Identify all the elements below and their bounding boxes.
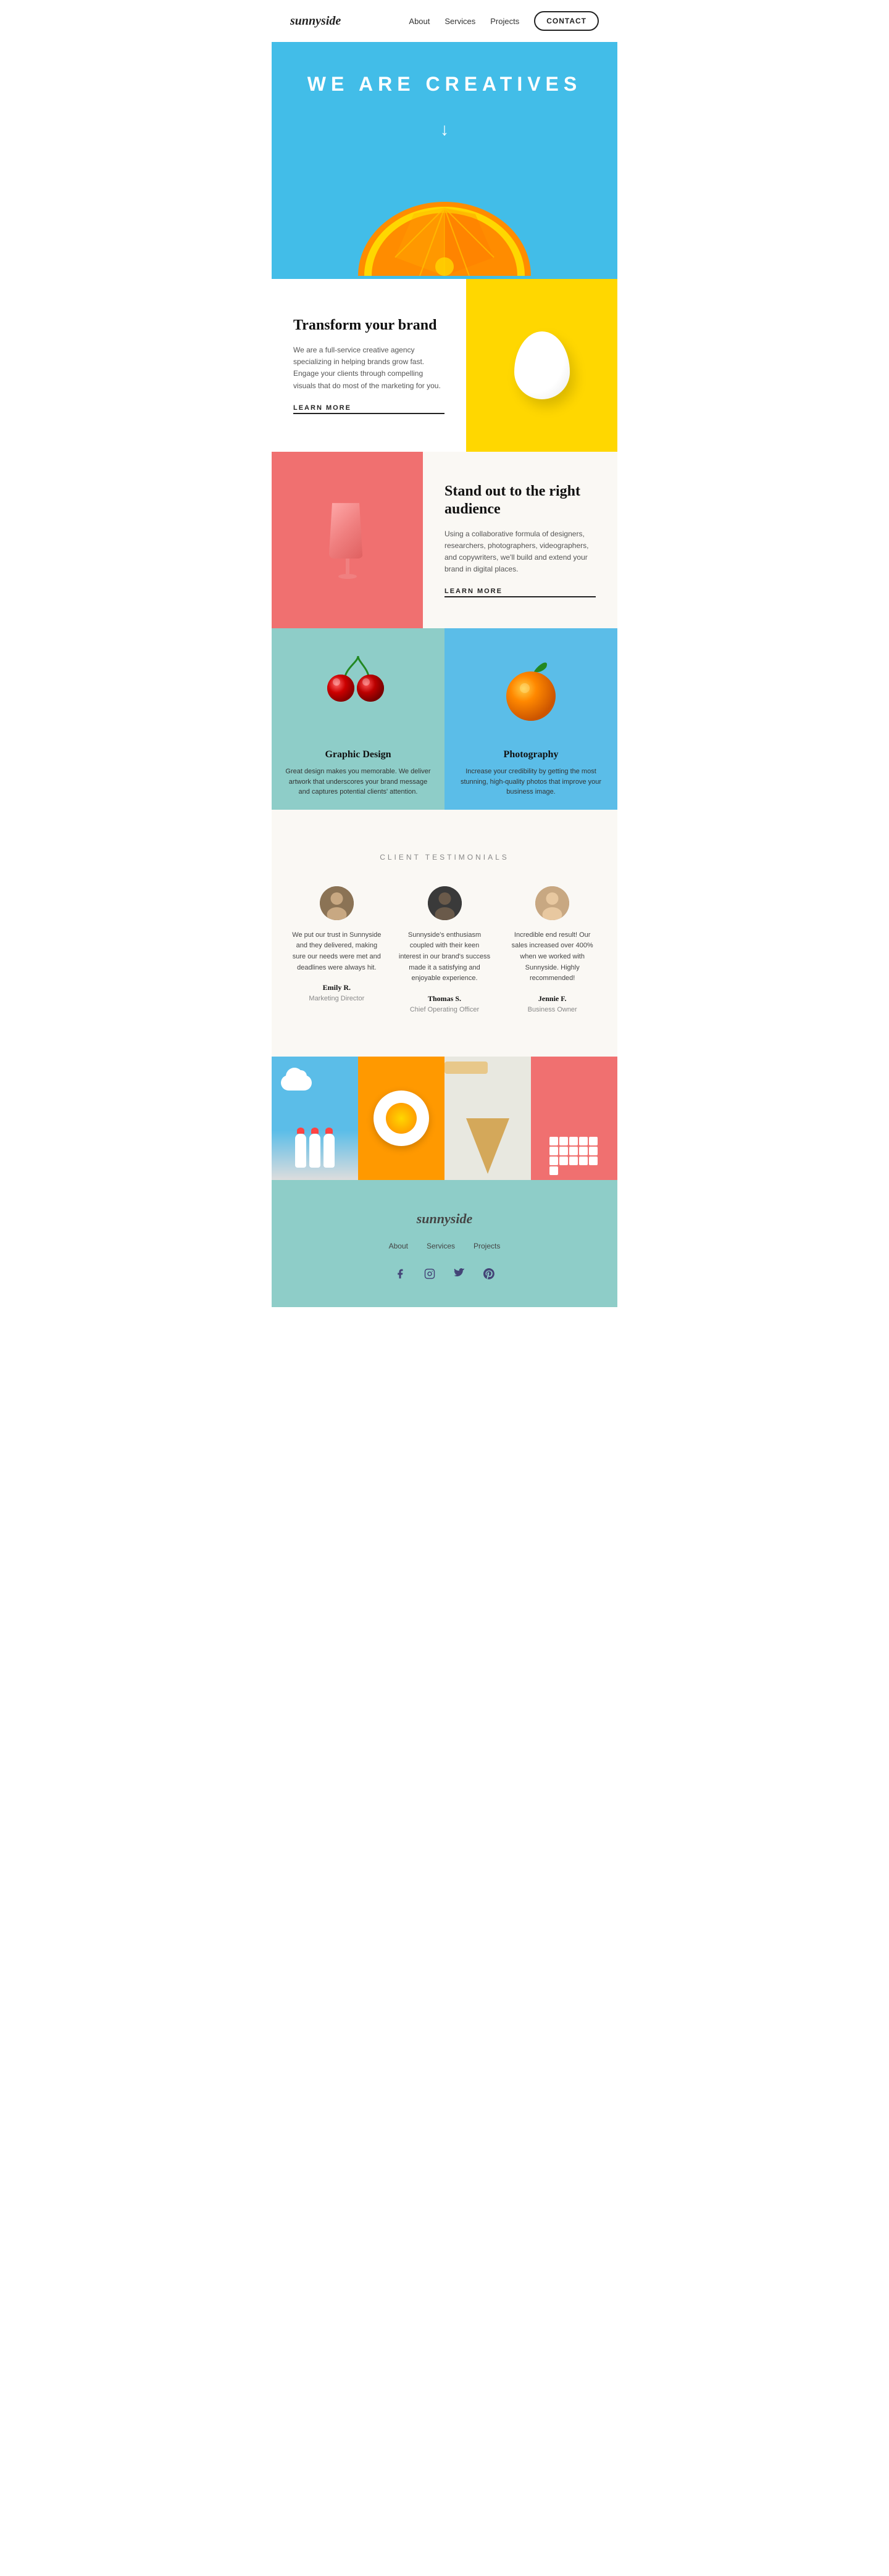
cup-shape (329, 503, 366, 577)
plate (374, 1091, 429, 1146)
footer-logo: sunnyside (290, 1211, 599, 1227)
orange-fruit-image (457, 641, 605, 739)
twitter-icon[interactable] (451, 1265, 468, 1282)
footer-nav: About Services Projects (290, 1242, 599, 1250)
pink-cup-panel (272, 452, 423, 628)
contact-button[interactable]: CONTACT (534, 11, 599, 31)
gallery-strip (272, 1057, 617, 1180)
testimonial-1-quote: We put our trust in Sunnyside and they d… (290, 930, 383, 973)
transform-cta[interactable]: LEARN MORE (293, 404, 444, 414)
bottle-1 (295, 1134, 306, 1168)
service-2-title: Photography (504, 749, 559, 760)
avatar-2 (428, 886, 462, 920)
testimonial-1-name: Emily R. (290, 983, 383, 992)
testimonial-2-quote: Sunnyside's enthusiasm coupled with thei… (398, 930, 491, 984)
standout-cta[interactable]: LEARN MORE (444, 588, 596, 597)
instagram-icon[interactable] (421, 1265, 438, 1282)
avatar-3 (535, 886, 569, 920)
footer-nav-projects[interactable]: Projects (474, 1242, 500, 1250)
testimonial-3-quote: Incredible end result! Our sales increas… (506, 930, 599, 984)
footer-nav-services[interactable]: Services (427, 1242, 455, 1250)
standout-text-panel: Stand out to the right audience Using a … (423, 452, 617, 628)
photography-panel: Photography Increase your credibility by… (444, 628, 617, 810)
cone-wrapper (466, 1118, 509, 1174)
testimonial-2-name: Thomas S. (398, 994, 491, 1003)
nav-link-services[interactable]: Services (444, 17, 475, 26)
cherries-image (284, 641, 432, 739)
footer: sunnyside About Services Projects (272, 1180, 617, 1307)
graphic-design-panel: Graphic Design Great design makes you me… (272, 628, 444, 810)
testimonial-1: We put our trust in Sunnyside and they d… (290, 886, 383, 1013)
testimonials-title: CLIENT TESTIMONIALS (290, 853, 599, 862)
cloud (281, 1075, 312, 1091)
cone-body (466, 1118, 509, 1174)
bottle-2 (309, 1134, 320, 1168)
gallery-item-2[interactable] (358, 1057, 444, 1180)
service-1-body: Great design makes you memorable. We del… (284, 767, 432, 797)
footer-social (290, 1265, 599, 1282)
standout-body: Using a collaborative formula of designe… (444, 528, 596, 576)
testimonial-2: Sunnyside's enthusiasm coupled with thei… (398, 886, 491, 1013)
standout-heading: Stand out to the right audience (444, 483, 596, 518)
testimonial-1-role: Marketing Director (290, 995, 383, 1002)
service-1-title: Graphic Design (325, 749, 391, 760)
split-section-1: Transform your brand We are a full-servi… (272, 279, 617, 452)
pinterest-icon[interactable] (480, 1265, 498, 1282)
nav-link-about[interactable]: About (409, 17, 430, 26)
scroll-arrow[interactable]: ↓ (284, 120, 605, 140)
hero-orange (284, 152, 605, 279)
navbar: sunnyside About Services Projects CONTAC… (272, 0, 617, 42)
testimonial-3-name: Jennie F. (506, 994, 599, 1003)
nav-link-projects[interactable]: Projects (490, 17, 519, 26)
egg-panel (466, 279, 617, 452)
testimonials-section: CLIENT TESTIMONIALS We put our trust in … (272, 810, 617, 1057)
split-section-2: Stand out to the right audience Using a … (272, 452, 617, 628)
service-2-body: Increase your credibility by getting the… (457, 767, 605, 797)
transform-text-panel: Transform your brand We are a full-servi… (272, 279, 466, 452)
hero-title: WE ARE CREATIVES (284, 73, 605, 96)
testimonial-2-role: Chief Operating Officer (398, 1006, 491, 1013)
gallery-item-1[interactable] (272, 1057, 358, 1180)
gallery-item-3[interactable] (444, 1057, 531, 1180)
gallery-item-4[interactable] (531, 1057, 617, 1180)
avatar-1 (320, 886, 354, 920)
facebook-icon[interactable] (391, 1265, 409, 1282)
nav-logo[interactable]: sunnyside (290, 14, 341, 28)
services-grid: Graphic Design Great design makes you me… (272, 628, 617, 810)
cone-top (444, 1062, 488, 1074)
sugar-cubes (549, 1137, 599, 1180)
testimonials-grid: We put our trust in Sunnyside and they d… (290, 886, 599, 1013)
transform-heading: Transform your brand (293, 317, 444, 334)
nav-links: About Services Projects CONTACT (409, 11, 599, 31)
footer-nav-about[interactable]: About (389, 1242, 408, 1250)
testimonial-3-role: Business Owner (506, 1006, 599, 1013)
hero-section: WE ARE CREATIVES ↓ (272, 42, 617, 279)
orange-half (386, 1103, 417, 1134)
egg-shape (514, 331, 570, 399)
transform-body: We are a full-service creative agency sp… (293, 344, 444, 392)
testimonial-3: Incredible end result! Our sales increas… (506, 886, 599, 1013)
bottle-3 (323, 1134, 335, 1168)
